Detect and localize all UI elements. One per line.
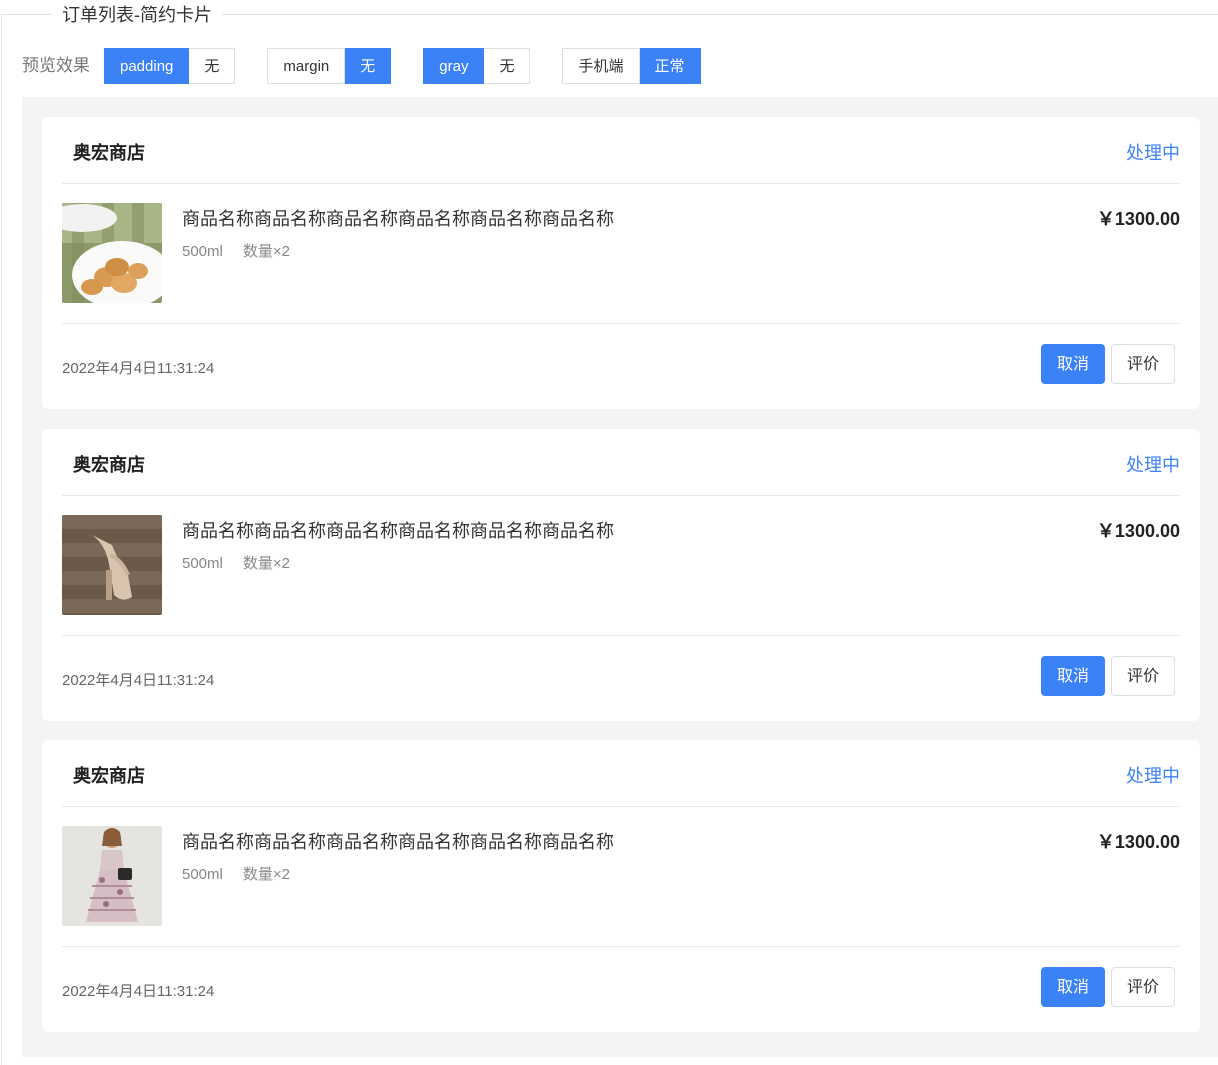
padding-toggle: padding 无 — [104, 48, 236, 84]
shop-name: 奥宏商店 — [73, 455, 145, 475]
cancel-button[interactable]: 取消 — [1040, 344, 1105, 384]
gray-option[interactable]: gray — [423, 48, 485, 84]
shop-name: 奥宏商店 — [73, 766, 145, 786]
preview-controls: 预览效果 padding 无 margin 无 gray 无 手机端 正常 — [22, 47, 733, 85]
margin-none-option[interactable]: 无 — [345, 48, 392, 84]
review-button[interactable]: 评价 — [1110, 344, 1175, 384]
order-item: 商品名称商品名称商品名称商品名称商品名称商品名称 500ml 数量×2 ￥1300… — [62, 495, 1180, 636]
preview-label: 预览效果 — [22, 56, 90, 75]
order-time: 2022年4月4日11:31:24 — [62, 672, 215, 689]
product-price: ￥1300.00 — [1096, 521, 1180, 541]
product-meta: 500ml 数量×2 — [182, 240, 290, 261]
margin-option[interactable]: margin — [267, 48, 346, 84]
order-status: 处理中 — [1126, 143, 1180, 163]
product-meta: 500ml 数量×2 — [182, 552, 290, 573]
product-quantity: 数量×2 — [242, 555, 290, 572]
product-image — [62, 515, 162, 615]
order-card-footer: 2022年4月4日11:31:24 取消 评价 — [62, 946, 1180, 1032]
padding-none-option[interactable]: 无 — [189, 48, 236, 84]
order-item: 商品名称商品名称商品名称商品名称商品名称商品名称 500ml 数量×2 ￥1300… — [62, 183, 1180, 324]
cancel-button[interactable]: 取消 — [1040, 656, 1105, 696]
order-actions: 取消 评价 — [1040, 967, 1175, 1007]
normal-option[interactable]: 正常 — [639, 48, 701, 84]
product-name: 商品名称商品名称商品名称商品名称商品名称商品名称 — [182, 209, 614, 229]
section-title: 订单列表-简约卡片 — [52, 4, 222, 26]
order-status: 处理中 — [1126, 455, 1180, 475]
product-quantity: 数量×2 — [242, 866, 290, 883]
order-actions: 取消 评价 — [1040, 656, 1175, 696]
order-card-header: 奥宏商店 处理中 — [62, 740, 1180, 807]
product-name: 商品名称商品名称商品名称商品名称商品名称商品名称 — [182, 832, 614, 852]
order-time: 2022年4月4日11:31:24 — [62, 983, 215, 1000]
order-card-header: 奥宏商店 处理中 — [62, 117, 1180, 184]
mobile-option[interactable]: 手机端 — [562, 48, 640, 84]
review-button[interactable]: 评价 — [1110, 656, 1175, 696]
product-quantity: 数量×2 — [242, 243, 290, 260]
padding-option[interactable]: padding — [104, 48, 190, 84]
product-spec: 500ml — [182, 555, 223, 572]
order-time: 2022年4月4日11:31:24 — [62, 360, 215, 377]
order-card-footer: 2022年4月4日11:31:24 取消 评价 — [62, 323, 1180, 409]
device-toggle: 手机端 正常 — [562, 48, 701, 84]
product-meta: 500ml 数量×2 — [182, 863, 290, 884]
product-price: ￥1300.00 — [1096, 209, 1180, 229]
product-spec: 500ml — [182, 243, 223, 260]
order-card: 奥宏商店 处理中 商品名称商品名称商品名称商品名称商品名称商品名称 500ml … — [42, 117, 1200, 409]
order-card: 奥宏商店 处理中 商品名称商品名称商品名称商品名称商品名称商品名称 500ml … — [42, 740, 1200, 1032]
product-price: ￥1300.00 — [1096, 832, 1180, 852]
shop-name: 奥宏商店 — [73, 143, 145, 163]
order-card-footer: 2022年4月4日11:31:24 取消 评价 — [62, 635, 1180, 721]
margin-toggle: margin 无 — [267, 48, 392, 84]
order-card-header: 奥宏商店 处理中 — [62, 429, 1180, 496]
order-actions: 取消 评价 — [1040, 344, 1175, 384]
gray-toggle: gray 无 — [423, 48, 531, 84]
order-item: 商品名称商品名称商品名称商品名称商品名称商品名称 500ml 数量×2 ￥1300… — [62, 806, 1180, 947]
product-spec: 500ml — [182, 866, 223, 883]
product-image — [62, 203, 162, 303]
preview-area: 奥宏商店 处理中 商品名称商品名称商品名称商品名称商品名称商品名称 500ml … — [22, 97, 1218, 1057]
order-status: 处理中 — [1126, 766, 1180, 786]
cancel-button[interactable]: 取消 — [1040, 967, 1105, 1007]
product-image — [62, 826, 162, 926]
gray-none-option[interactable]: 无 — [484, 48, 531, 84]
order-card: 奥宏商店 处理中 商品名称商品名称商品名称商品名称商品名称商品名称 500ml 数… — [42, 429, 1200, 721]
product-name: 商品名称商品名称商品名称商品名称商品名称商品名称 — [182, 521, 614, 541]
review-button[interactable]: 评价 — [1110, 967, 1175, 1007]
